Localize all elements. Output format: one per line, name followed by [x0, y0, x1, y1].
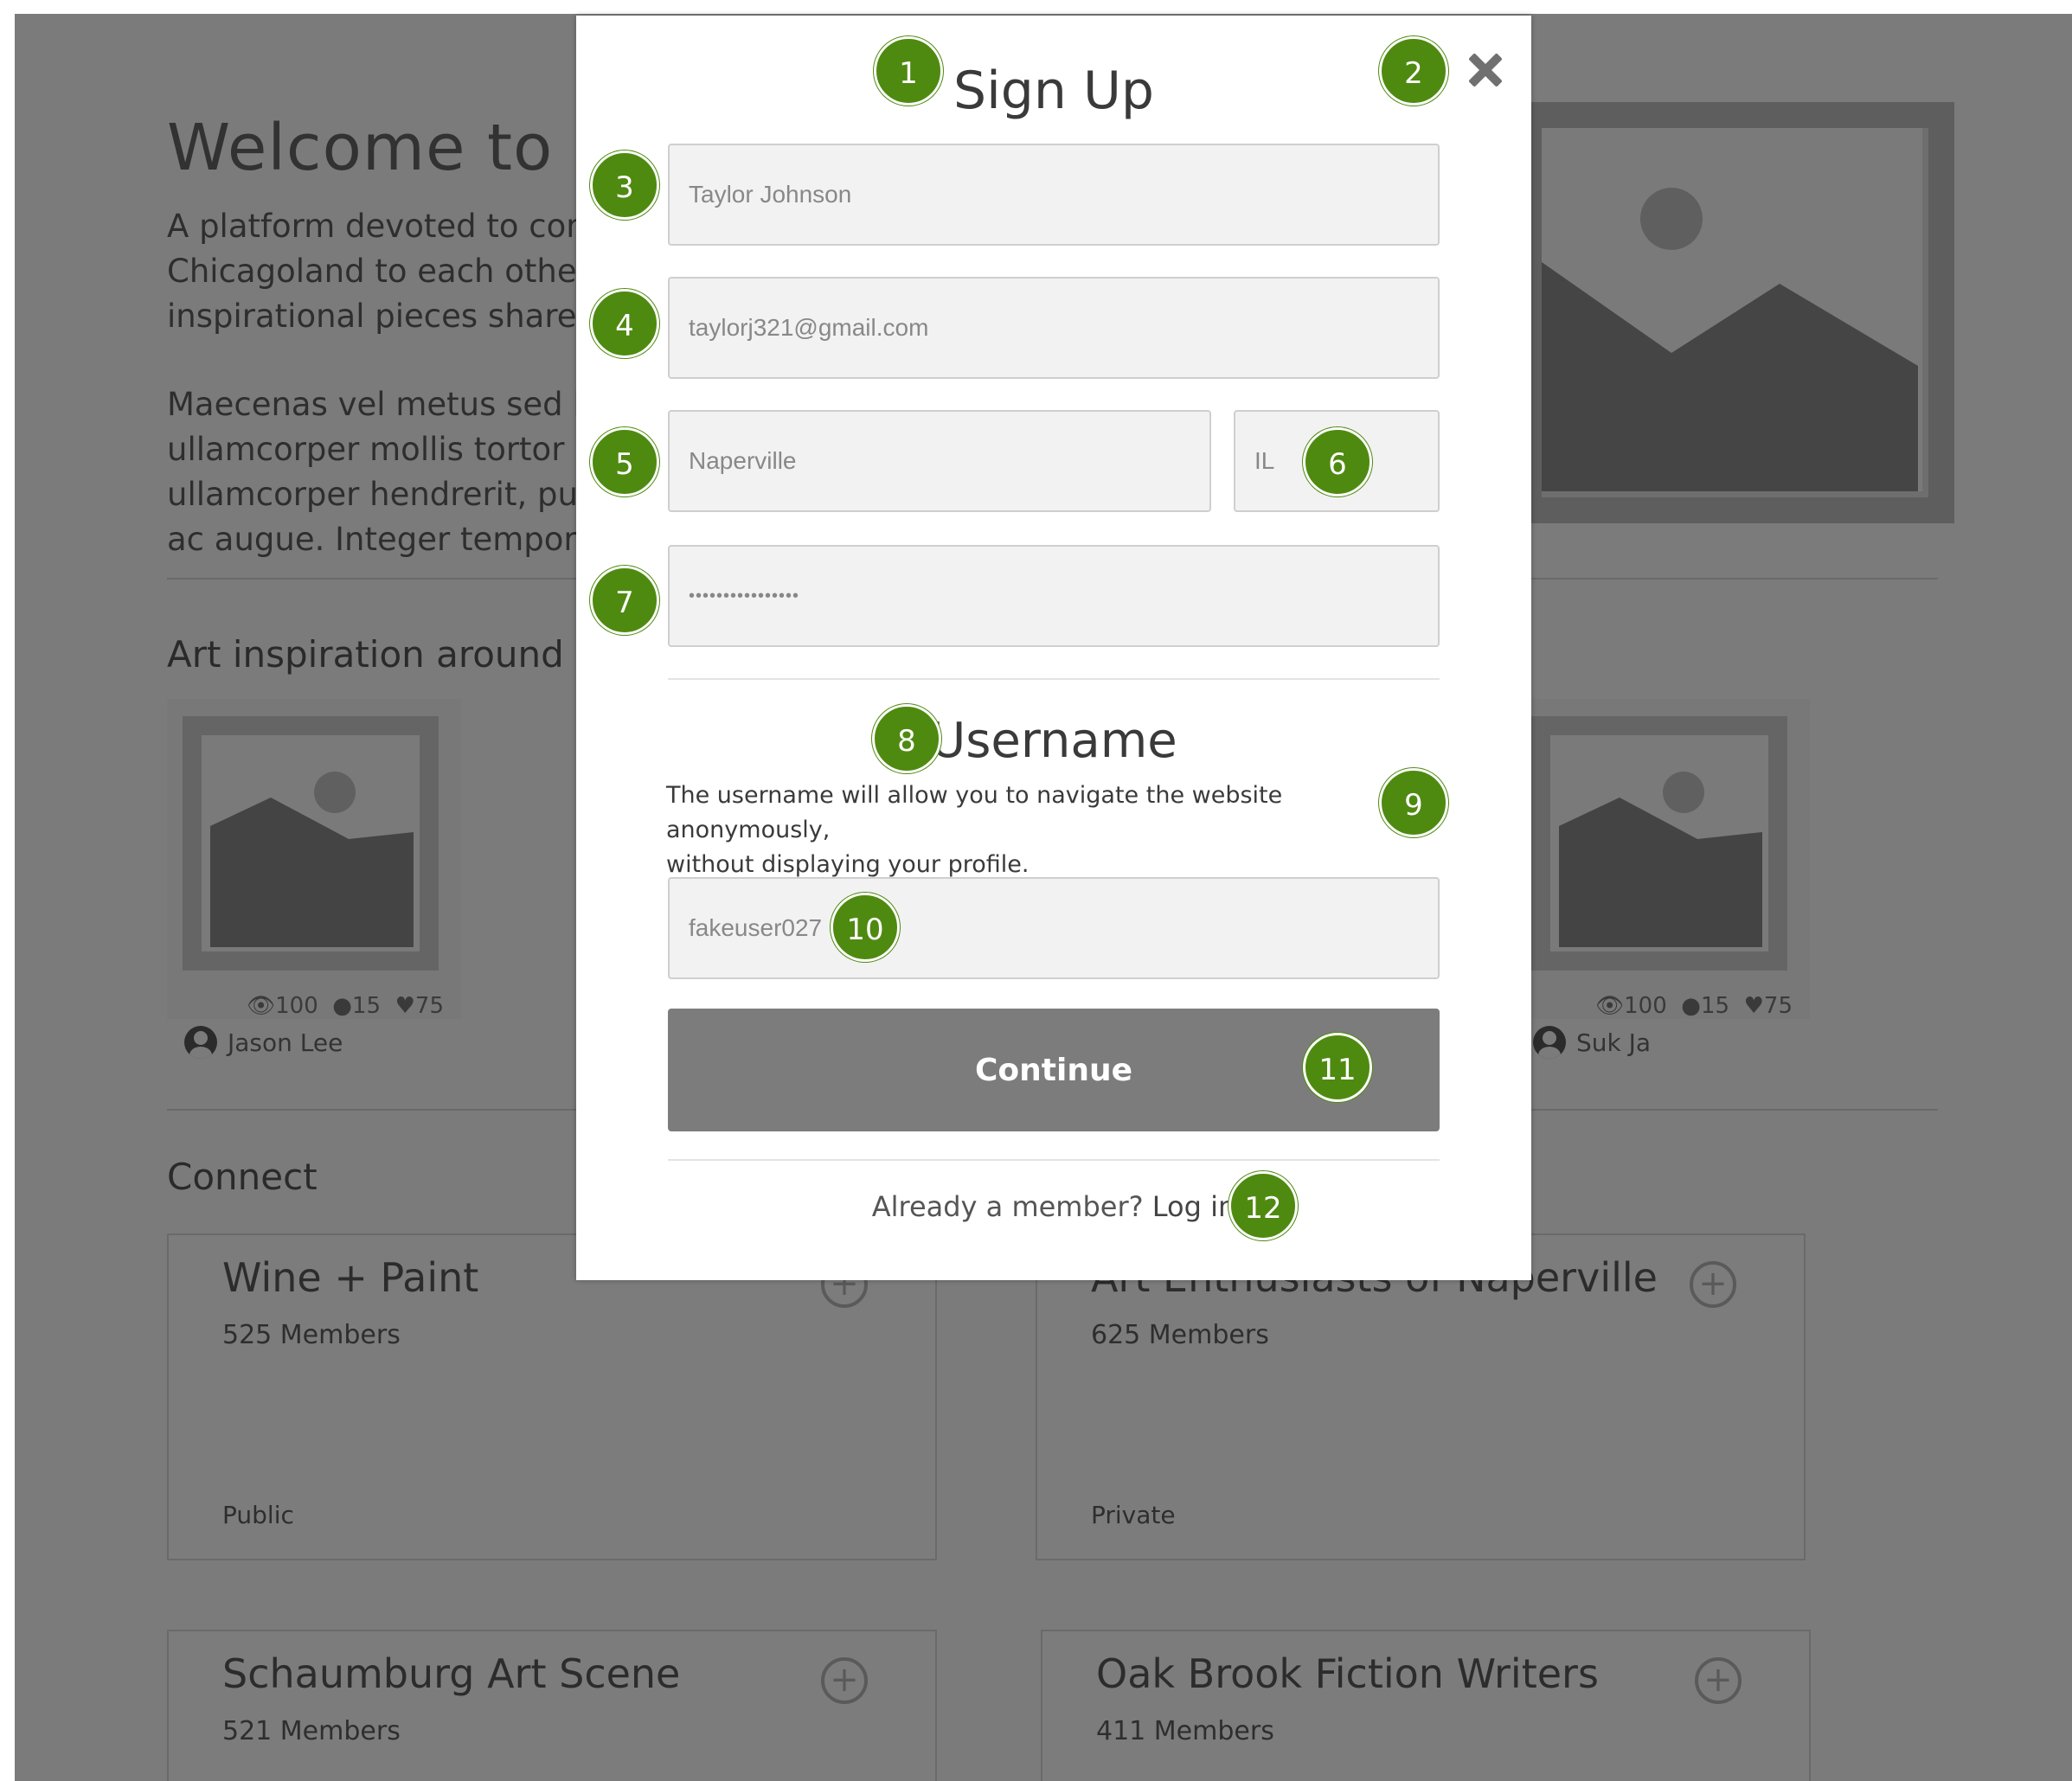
connect-title: Connect	[167, 1156, 318, 1198]
comment-count: 15	[1700, 993, 1730, 1019]
group-name: Schaumburg Art Scene	[222, 1650, 681, 1697]
username-description: The username will allow you to navigate …	[666, 778, 1419, 882]
username-description-line: without displaying your profile.	[666, 851, 1030, 878]
group-members: 411 Members	[1096, 1716, 1274, 1746]
group-name: Wine + Paint	[222, 1254, 479, 1301]
email-input[interactable]	[668, 277, 1440, 379]
art-author[interactable]: Jason Lee	[184, 1026, 343, 1059]
body-line: Maecenas vel metus sed lib	[167, 386, 612, 423]
eye-icon: 👁	[247, 993, 276, 1019]
art-card[interactable]: 👁100 ●15 ♥75	[167, 699, 461, 1019]
hero-image-placeholder	[1516, 102, 1954, 523]
callout-badge: 5	[590, 427, 659, 497]
group-members: 525 Members	[222, 1320, 401, 1350]
close-icon[interactable]	[1464, 48, 1507, 92]
add-group-icon[interactable]: +	[821, 1657, 868, 1704]
callout-badge: 9	[1379, 768, 1448, 837]
group-type: Public	[222, 1501, 294, 1529]
group-card[interactable]: Wine + Paint 525 Members Public +	[167, 1233, 937, 1560]
body-line: ullamcorper mollis tortor la	[167, 431, 604, 468]
body-line: ullamcorper hendrerit, pur	[167, 476, 592, 513]
callout-badge: 12	[1228, 1171, 1298, 1240]
modal-divider	[668, 678, 1440, 680]
welcome-title: Welcome to IN	[167, 111, 644, 185]
image-placeholder-icon	[1550, 735, 1768, 951]
username-input[interactable]	[668, 877, 1440, 979]
art-card[interactable]: 👁100 ●15 ♥75	[1516, 699, 1810, 1019]
art-section-title: Art inspiration around C	[167, 633, 601, 676]
username-description-line: The username will allow you to navigate …	[666, 782, 1283, 843]
heart-icon: ♥	[1743, 993, 1764, 1019]
add-group-icon[interactable]: +	[1695, 1657, 1742, 1704]
callout-badge: 8	[872, 704, 941, 773]
callout-badge: 7	[590, 566, 659, 635]
image-placeholder-icon	[202, 735, 420, 951]
group-members: 625 Members	[1091, 1320, 1269, 1350]
art-stats: 👁100 ●15 ♥75	[247, 993, 444, 1019]
view-count: 100	[1624, 993, 1667, 1019]
art-image	[1531, 716, 1787, 971]
group-card[interactable]: Schaumburg Art Scene 521 Members +	[167, 1630, 937, 1781]
group-type: Private	[1091, 1501, 1176, 1529]
login-prompt: Already a member? Log in	[576, 1190, 1531, 1223]
body-line: ac augue. Integer tempor v	[167, 521, 606, 558]
art-author[interactable]: Suk Ja	[1533, 1026, 1651, 1059]
heart-icon: ♥	[395, 993, 415, 1019]
login-prompt-text: Already a member?	[871, 1190, 1144, 1223]
author-name: Jason Lee	[228, 1028, 343, 1057]
full-name-input[interactable]	[668, 144, 1440, 246]
city-input[interactable]	[668, 410, 1211, 512]
add-group-icon[interactable]: +	[1690, 1261, 1736, 1308]
callout-badge: 3	[590, 151, 659, 220]
eye-icon: 👁	[1595, 993, 1625, 1019]
password-input[interactable]	[668, 545, 1440, 647]
callout-badge: 1	[874, 36, 943, 106]
callout-badge: 11	[1303, 1033, 1372, 1102]
comment-icon: ●	[332, 993, 352, 1019]
comment-icon: ●	[1681, 993, 1701, 1019]
view-count: 100	[275, 993, 318, 1019]
modal-divider	[668, 1159, 1440, 1161]
group-members: 521 Members	[222, 1716, 401, 1746]
like-count: 75	[1763, 993, 1793, 1019]
user-avatar-icon	[184, 1026, 217, 1059]
sign-up-modal: Sign Up Username The username will allow…	[576, 16, 1531, 1280]
callout-badge: 4	[590, 289, 659, 358]
intro-line: A platform devoted to con	[167, 208, 587, 245]
group-card[interactable]: Oak Brook Fiction Writers 411 Members +	[1041, 1630, 1811, 1781]
art-stats: 👁100 ●15 ♥75	[1595, 993, 1793, 1019]
author-name: Suk Ja	[1576, 1028, 1652, 1057]
username-heading: Username	[930, 713, 1177, 769]
callout-badge: 2	[1379, 36, 1448, 106]
login-link[interactable]: Log in	[1152, 1190, 1236, 1223]
callout-badge: 10	[831, 893, 900, 962]
like-count: 75	[414, 993, 444, 1019]
intro-line: Chicagoland to each other	[167, 253, 590, 290]
group-card[interactable]: Art Enthusiasts of Naperville 625 Member…	[1036, 1233, 1806, 1560]
user-avatar-icon	[1533, 1026, 1566, 1059]
comment-count: 15	[351, 993, 382, 1019]
callout-badge: 6	[1303, 427, 1372, 497]
group-name: Oak Brook Fiction Writers	[1096, 1650, 1599, 1697]
art-image	[183, 716, 439, 971]
intro-line: inspirational pieces shared	[167, 298, 597, 335]
image-placeholder-icon	[1542, 128, 1928, 497]
